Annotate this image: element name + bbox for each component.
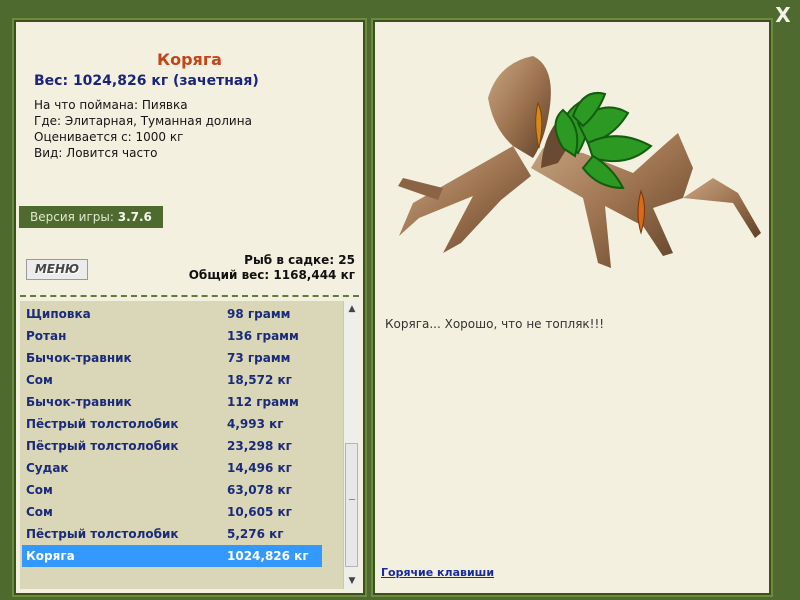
fish-name: Судак <box>26 461 69 475</box>
close-button[interactable]: X <box>772 4 794 26</box>
grip-icon <box>349 499 355 500</box>
bait-line: На что поймана: Пиявка <box>34 98 188 112</box>
scroll-down-icon[interactable]: ▼ <box>344 573 360 589</box>
fish-weight: 18,572 кг <box>227 373 292 387</box>
fish-name: Щиповка <box>26 307 91 321</box>
menu-button[interactable]: МЕНЮ <box>26 259 88 280</box>
list-item[interactable]: Пёстрый толстолобик 4,993 кг <box>22 413 322 435</box>
list-item[interactable]: Бычок-травник 73 грамм <box>22 347 322 369</box>
list-item[interactable]: Сом 10,605 кг <box>22 501 322 523</box>
list-item[interactable]: Пёстрый толстолобик 5,276 кг <box>22 523 322 545</box>
version-label: Версия игры: <box>30 210 114 224</box>
fish-weight: 4,993 кг <box>227 417 284 431</box>
list-item[interactable]: Коряга 1024,826 кг <box>22 545 322 567</box>
fish-name: Коряга <box>26 549 75 563</box>
catch-weight: Вес: 1024,826 кг (зачетная) <box>34 73 259 89</box>
fish-name: Пёстрый толстолобик <box>26 417 179 431</box>
catch-info-panel: Коряга Вес: 1024,826 кг (зачетная) На чт… <box>12 18 367 597</box>
fish-name: Ротан <box>26 329 67 343</box>
fish-weight: 98 грамм <box>227 307 291 321</box>
list-item[interactable]: Щиповка 98 грамм <box>22 303 322 325</box>
fish-weight: 1024,826 кг <box>227 549 309 563</box>
list-item[interactable]: Сом 18,572 кг <box>22 369 322 391</box>
catch-details: На что поймана: Пиявка Где: Элитарная, Т… <box>34 97 252 161</box>
divider <box>20 295 359 297</box>
fish-name: Бычок-травник <box>26 395 132 409</box>
fish-name: Сом <box>26 505 53 519</box>
fish-weight: 14,496 кг <box>227 461 292 475</box>
catch-comment: Коряга... Хорошо, что не топляк!!! <box>385 317 605 331</box>
keepnet-stats: Рыб в садке: 25 Общий вес: 1168,444 кг <box>189 253 355 283</box>
fish-name: Пёстрый толстолобик <box>26 439 179 453</box>
fish-weight: 73 грамм <box>227 351 291 365</box>
version-value: 3.7.6 <box>117 210 152 224</box>
catch-picture-panel: Коряга... Хорошо, что не топляк!!! Горяч… <box>371 18 773 597</box>
fish-weight: 23,298 кг <box>227 439 292 453</box>
hotkeys-link[interactable]: Горячие клавиши <box>381 566 494 579</box>
fish-weight: 112 грамм <box>227 395 299 409</box>
scroll-thumb[interactable] <box>345 443 358 567</box>
list-item[interactable]: Бычок-травник 112 грамм <box>22 391 322 413</box>
scroll-up-icon[interactable]: ▲ <box>344 301 360 317</box>
fish-name: Сом <box>26 483 53 497</box>
game-version-badge: Версия игры: 3.7.6 <box>19 206 163 228</box>
snag-image <box>398 56 761 268</box>
fish-weight: 63,078 кг <box>227 483 292 497</box>
location-line: Где: Элитарная, Туманная долина <box>34 114 252 128</box>
fish-weight: 10,605 кг <box>227 505 292 519</box>
fish-count: Рыб в садке: 25 <box>244 253 355 267</box>
fish-name: Сом <box>26 373 53 387</box>
list-item[interactable]: Ротан 136 грамм <box>22 325 322 347</box>
rated-from-line: Оценивается с: 1000 кг <box>34 130 184 144</box>
fish-name: Бычок-травник <box>26 351 132 365</box>
total-weight: Общий вес: 1168,444 кг <box>188 268 355 282</box>
kind-line: Вид: Ловится часто <box>34 146 158 160</box>
fish-name: Пёстрый толстолобик <box>26 527 179 541</box>
catch-list[interactable]: Щиповка 98 грамм Ротан 136 грамм Бычок-травн… <box>20 301 343 589</box>
scrollbar[interactable]: ▲ ▼ <box>343 301 360 589</box>
catch-title: Коряга <box>157 50 222 69</box>
list-item[interactable]: Судак 14,496 кг <box>22 457 322 479</box>
list-item[interactable]: Пёстрый толстолобик 23,298 кг <box>22 435 322 457</box>
fish-weight: 5,276 кг <box>227 527 284 541</box>
list-item[interactable]: Сом 63,078 кг <box>22 479 322 501</box>
fish-weight: 136 грамм <box>227 329 299 343</box>
